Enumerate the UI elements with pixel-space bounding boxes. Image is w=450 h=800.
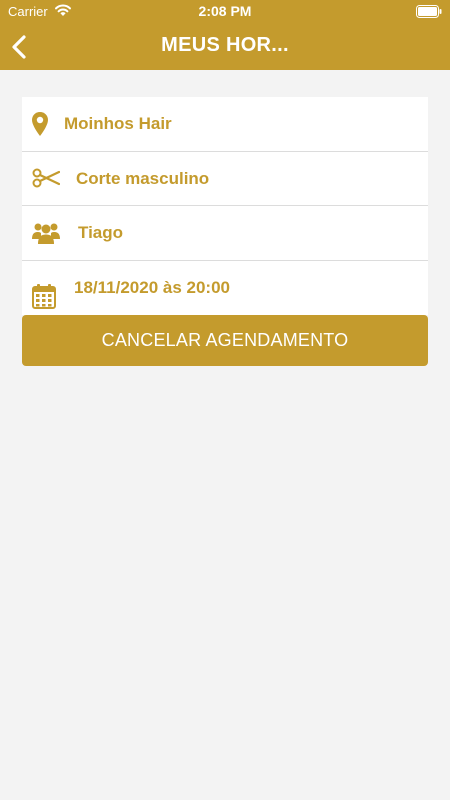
status-bar: Carrier 2:08 PM	[0, 0, 450, 24]
people-icon	[32, 206, 60, 260]
datetime-row: 18/11/2020 às 20:00	[22, 261, 428, 316]
service-name: Corte masculino	[76, 168, 210, 188]
appointment-card: Moinhos Hair Corte masculino Tiago 18/11…	[22, 97, 428, 315]
location-pin-icon	[31, 97, 49, 151]
battery-icon	[416, 5, 442, 18]
salon-name: Moinhos Hair	[64, 114, 172, 133]
back-button[interactable]	[6, 32, 32, 62]
page-title: MEUS HOR...	[161, 34, 289, 56]
appointment-datetime: 18/11/2020 às 20:00	[74, 277, 230, 297]
salon-row: Moinhos Hair	[22, 97, 428, 152]
status-time: 2:08 PM	[198, 3, 252, 19]
service-row: Corte masculino	[22, 152, 428, 206]
cancel-appointment-button[interactable]: CANCELAR AGENDAMENTO	[22, 315, 428, 366]
chevron-left-icon	[12, 35, 26, 59]
professional-name: Tiago	[78, 223, 124, 242]
top-bar: Carrier 2:08 PM MEUS HOR...	[0, 0, 450, 70]
scissors-icon	[32, 152, 60, 206]
professional-row: Tiago	[22, 206, 428, 261]
